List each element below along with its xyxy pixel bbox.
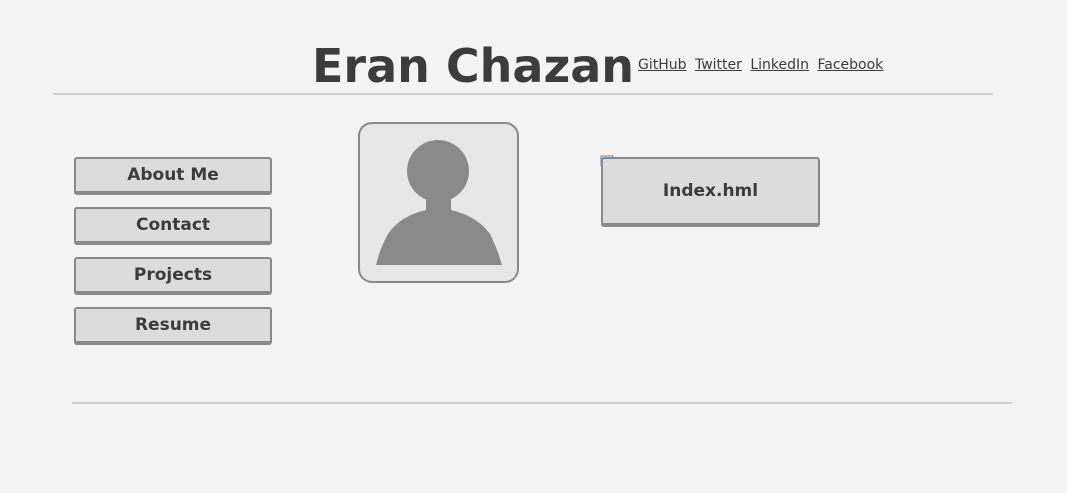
user-silhouette-icon xyxy=(376,140,502,265)
facebook-link[interactable]: Facebook xyxy=(817,57,883,73)
social-links: GitHub Twitter LinkedIn Facebook xyxy=(638,56,887,74)
footer-divider xyxy=(72,402,1012,404)
index-button[interactable]: Index.hml xyxy=(601,157,820,227)
linkedin-link[interactable]: LinkedIn xyxy=(750,57,809,73)
page: Eran Chazan GitHub Twitter LinkedIn Face… xyxy=(0,0,1067,493)
header-divider xyxy=(53,93,993,95)
contact-button[interactable]: Contact xyxy=(74,207,272,245)
page-title: Eran Chazan xyxy=(312,39,635,93)
resume-button[interactable]: Resume xyxy=(74,307,272,345)
github-link[interactable]: GitHub xyxy=(638,57,687,73)
twitter-link[interactable]: Twitter xyxy=(695,57,742,73)
avatar xyxy=(358,122,519,283)
sidebar-nav: About Me Contact Projects Resume xyxy=(74,157,272,357)
about-me-button[interactable]: About Me xyxy=(74,157,272,195)
projects-button[interactable]: Projects xyxy=(74,257,272,295)
